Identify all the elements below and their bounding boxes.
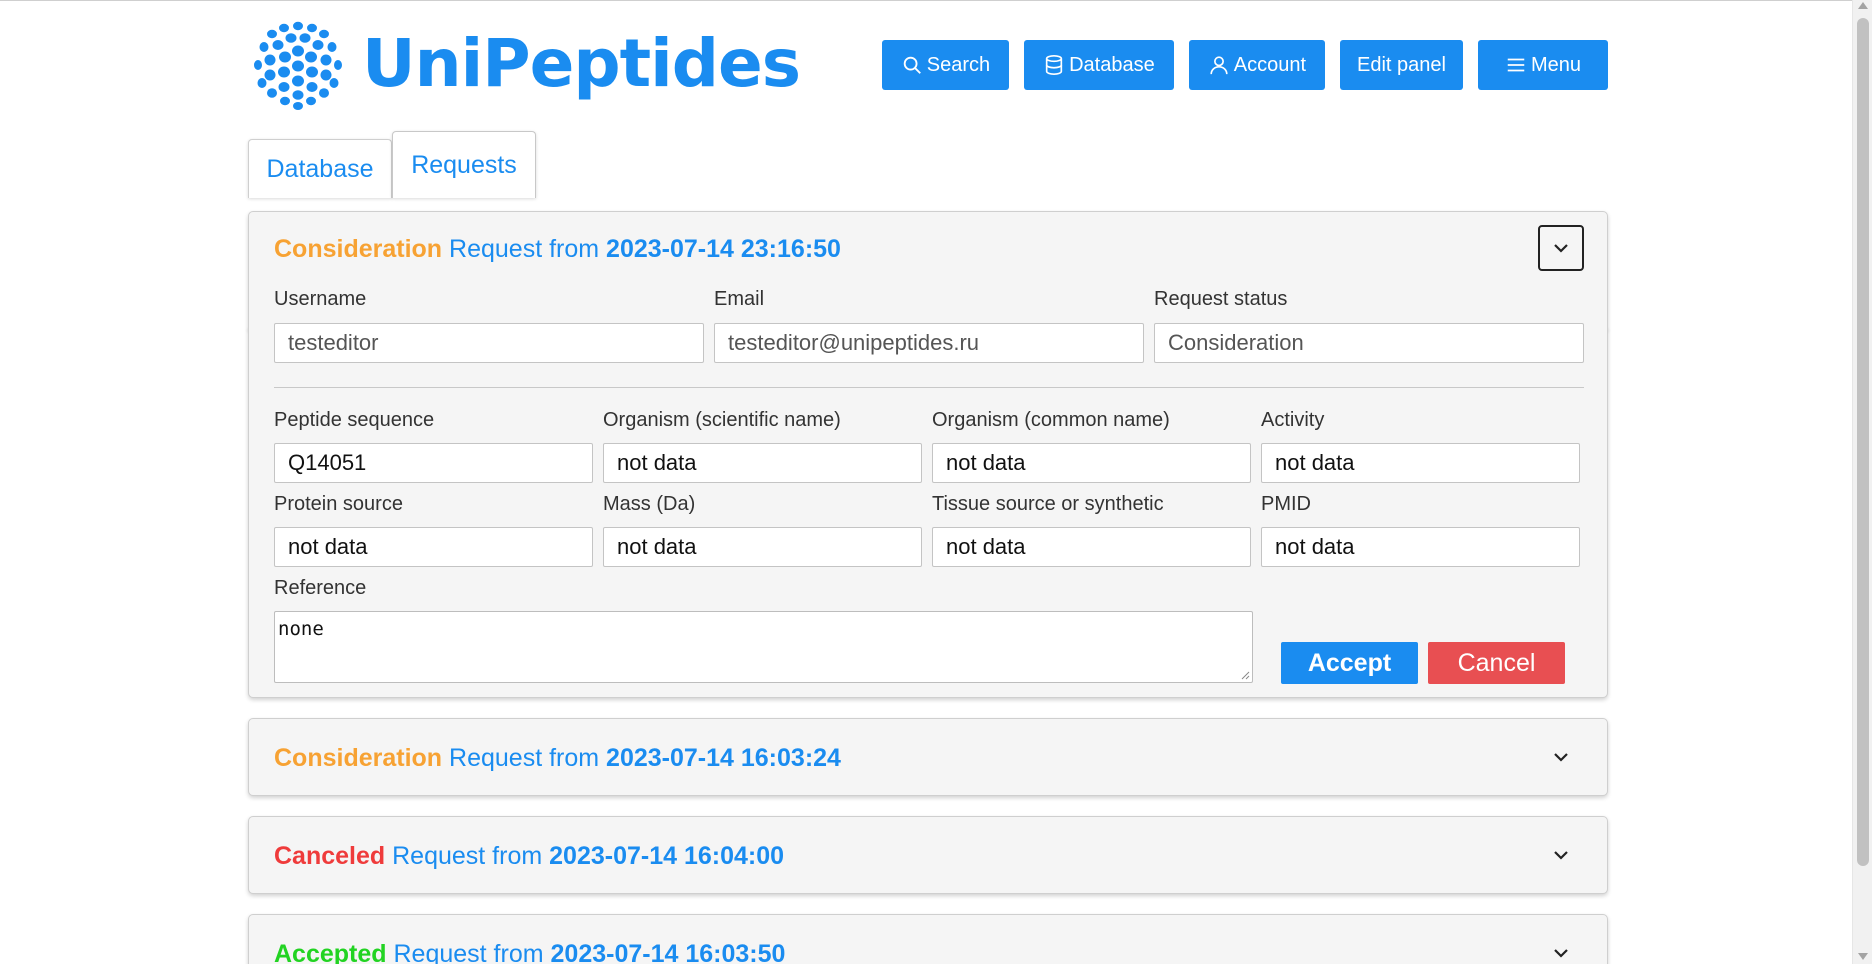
menu-button-label: Menu (1530, 53, 1581, 76)
page-container: UniPeptides Search Database Account Edit… (248, 0, 1608, 964)
activity-field[interactable]: not data (1261, 443, 1580, 483)
hamburger-menu-icon (1507, 58, 1525, 72)
request-title[interactable]: Canceled Request from 2023-07-14 16:04:0… (274, 842, 784, 871)
request-card-collapsed[interactable]: Consideration Request from 2023-07-14 16… (248, 718, 1608, 796)
chevron-down-icon (1554, 753, 1568, 762)
mass-label: Mass (Da) (603, 493, 696, 515)
search-button[interactable]: Search (881, 40, 1010, 90)
account-button-label: Account (1233, 53, 1306, 76)
protein-source-label: Protein source (274, 493, 403, 515)
top-nav: Search Database Account Edit panel Menu (881, 40, 1608, 90)
organism-common-field[interactable]: not data (932, 443, 1251, 483)
search-icon (903, 56, 921, 74)
reference-text: none (278, 618, 324, 640)
organism-common-label: Organism (common name) (932, 409, 1170, 431)
request-date: 2023-07-14 16:03:24 (606, 744, 841, 772)
menu-button[interactable]: Menu (1477, 40, 1608, 90)
request-from-text: Request from (449, 235, 600, 263)
peptide-sequence-label: Peptide sequence (274, 409, 435, 431)
chevron-down-icon (1554, 949, 1568, 958)
username-field[interactable]: testeditor (274, 323, 704, 363)
pmid-label: PMID (1261, 493, 1311, 515)
chevron-down-icon (1554, 851, 1568, 860)
scroll-down-arrow-icon[interactable] (1858, 953, 1868, 960)
username-label: Username (274, 288, 367, 310)
request-from-text: Request from (449, 744, 600, 772)
scrollbar-thumb[interactable] (1857, 18, 1869, 866)
scroll-up-arrow-icon[interactable] (1858, 2, 1868, 9)
request-title[interactable]: Accepted Request from 2023-07-14 16:03:5… (274, 940, 785, 964)
header: UniPeptides Search Database Account Edit… (248, 0, 1608, 130)
request-title[interactable]: Consideration Request from 2023-07-14 23… (274, 235, 841, 264)
edit-panel-button[interactable]: Edit panel (1340, 40, 1463, 90)
request-status-text: Accepted (274, 940, 387, 964)
resize-handle-icon[interactable] (1240, 670, 1250, 680)
request-status-text: Consideration (274, 744, 443, 772)
request-status-label: Request status (1154, 288, 1288, 310)
request-from-text: Request from (392, 842, 543, 870)
pmid-field[interactable]: not data (1261, 527, 1580, 567)
organism-scientific-field[interactable]: not data (603, 443, 922, 483)
tissue-source-label: Tissue source or synthetic (932, 493, 1164, 515)
expand-toggle-button[interactable] (1546, 840, 1576, 870)
request-date: 2023-07-14 16:03:50 (550, 940, 786, 964)
mass-field[interactable]: not data (603, 527, 922, 567)
edit-panel-button-label: Edit panel (1357, 53, 1446, 76)
section-divider (274, 387, 1584, 388)
request-status-field[interactable]: Consideration (1154, 323, 1584, 363)
request-card-collapsed[interactable]: Accepted Request from 2023-07-14 16:03:5… (248, 914, 1608, 964)
account-button[interactable]: Account (1188, 40, 1325, 90)
user-icon (1210, 56, 1228, 75)
app-title[interactable]: UniPeptides (362, 26, 801, 102)
email-field[interactable]: testeditor@unipeptides.ru (714, 323, 1144, 363)
reference-label: Reference (274, 577, 367, 599)
request-from-text: Request from (393, 940, 544, 964)
expand-toggle-button[interactable] (1546, 938, 1576, 964)
expand-toggle-button[interactable] (1546, 742, 1576, 772)
database-button-label: Database (1069, 53, 1155, 76)
accept-button[interactable]: Accept (1281, 642, 1418, 684)
chevron-down-icon (1554, 244, 1568, 253)
request-status-text: Canceled (274, 842, 386, 870)
activity-label: Activity (1261, 409, 1325, 431)
database-button[interactable]: Database (1024, 40, 1174, 90)
organism-scientific-label: Organism (scientific name) (603, 409, 841, 431)
request-title[interactable]: Consideration Request from 2023-07-14 16… (274, 744, 841, 773)
database-icon (1045, 55, 1063, 75)
request-date: 2023-07-14 16:04:00 (549, 842, 785, 870)
tab-database[interactable]: Database (248, 139, 392, 198)
request-card-expanded: Consideration Request from 2023-07-14 23… (248, 211, 1608, 698)
email-label: Email (714, 288, 765, 310)
collapse-toggle-button[interactable] (1538, 225, 1584, 271)
request-status-text: Consideration (274, 235, 443, 263)
tissue-source-field[interactable]: not data (932, 527, 1251, 567)
unipeptides-logo-icon[interactable] (252, 19, 344, 111)
peptide-sequence-field[interactable]: Q14051 (274, 443, 593, 483)
search-button-label: Search (926, 53, 991, 76)
reference-textarea[interactable]: none (274, 611, 1253, 683)
tab-requests[interactable]: Requests (392, 131, 536, 198)
request-card-collapsed[interactable]: Canceled Request from 2023-07-14 16:04:0… (248, 816, 1608, 894)
tab-bar: Database Requests (248, 131, 1608, 330)
request-date: 2023-07-14 23:16:50 (606, 235, 841, 263)
cancel-button[interactable]: Cancel (1428, 642, 1565, 684)
vertical-scrollbar[interactable] (1852, 0, 1872, 964)
protein-source-field[interactable]: not data (274, 527, 593, 567)
